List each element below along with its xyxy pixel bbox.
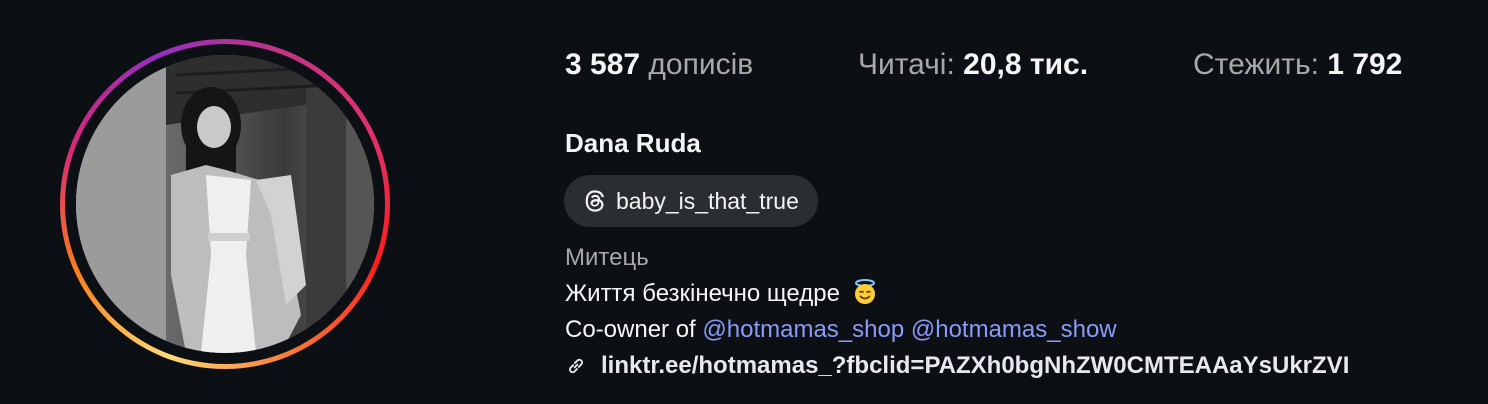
threads-icon	[582, 188, 608, 214]
mention-link-hotmamas-show[interactable]: @hotmamas_show	[911, 316, 1117, 343]
threads-profile-button[interactable]: baby_is_that_true	[564, 175, 818, 227]
posts-count-label: дописів	[648, 48, 754, 81]
smiling-face-with-halo-emoji-icon	[851, 278, 879, 306]
following-count[interactable]: Стежить: 1 792	[1193, 48, 1402, 82]
bio-line-2: Co-owner of @hotmamas_shop @hotmamas_sho…	[565, 312, 1349, 348]
followers-count[interactable]: Читачі: 20,8 тис.	[858, 48, 1088, 82]
link-icon	[565, 355, 587, 377]
external-link[interactable]: linktr.ee/hotmamas_?fbclid=PAZXh0bgNhZW0…	[565, 348, 1349, 384]
bio-line-1: Життя безкінечно щедре	[565, 276, 1349, 312]
profile-display-name: Dana Ruda	[565, 128, 701, 158]
profile-avatar-story-ring[interactable]	[60, 39, 390, 369]
following-label: Стежить:	[1193, 48, 1319, 81]
profile-header: 3 587 дописів Читачі: 20,8 тис. Стежить:…	[0, 0, 1488, 404]
avatar[interactable]	[76, 55, 374, 353]
bio-line-2-prefix: Co-owner of	[565, 316, 703, 343]
external-link-text: linktr.ee/hotmamas_?fbclid=PAZXh0bgNhZW0…	[601, 352, 1350, 379]
posts-count-value: 3 587	[565, 48, 641, 81]
followers-count-value: 20,8 тис.	[963, 48, 1089, 81]
following-count-value: 1 792	[1327, 48, 1403, 81]
avatar-photo	[76, 55, 374, 353]
threads-handle: baby_is_that_true	[616, 187, 799, 214]
profile-category: Митець	[565, 244, 649, 271]
bio-line-1-text: Життя безкінечно щедре	[565, 280, 840, 307]
profile-bio: Митець Життя безкінечно щедре Co-owner o…	[565, 240, 1349, 384]
posts-count[interactable]: 3 587 дописів	[565, 48, 753, 82]
mention-link-hotmamas-shop[interactable]: @hotmamas_shop	[702, 316, 904, 343]
followers-label: Читачі:	[858, 48, 955, 81]
